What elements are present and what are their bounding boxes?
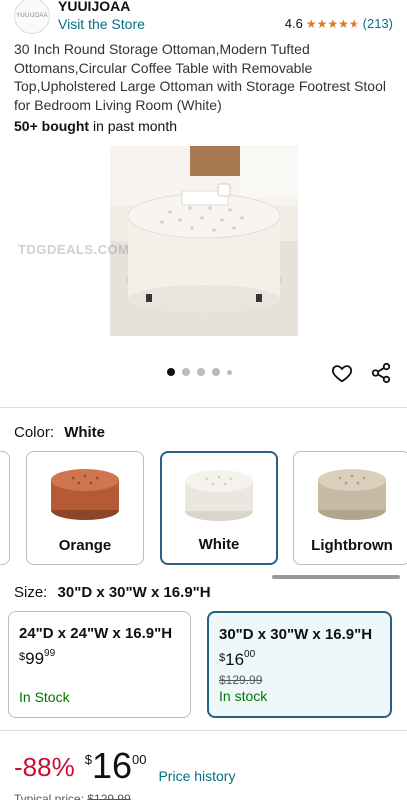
visit-store-link[interactable]: Visit the Store [58,16,145,32]
swatch-scrollbar[interactable] [272,575,400,579]
size-label: Size: [14,584,48,601]
current-price: $ 16 00 [85,748,147,784]
typical-price-label: Typical price: [14,792,85,800]
carousel-dot[interactable] [227,369,232,375]
share-icon[interactable] [370,362,392,384]
product-title: 30 Inch Round Storage Ottoman,Modern Tuf… [14,41,386,113]
brand-name: YUUIJOAA [58,0,131,14]
bought-in-past-month: 50+ bought in past month [14,118,177,134]
color-swatch-orange[interactable]: Orange [26,451,144,565]
price-whole: 16 [91,745,132,786]
selected-color: White [64,424,106,441]
price-fraction: 00 [131,752,147,767]
star-icon: ★ [327,16,339,31]
color-label-row: Color: White [14,424,105,441]
typical-price: Typical price: $129.99 [14,792,131,800]
carousel-dot[interactable] [182,368,190,376]
swatch-image [51,469,119,520]
section-divider [0,730,407,731]
price-whole: 99 [25,649,45,668]
rating-summary[interactable]: 4.6 ★ ★ ★ ★ ★ (213) [285,16,393,31]
price-whole: 16 [225,650,245,669]
currency-symbol: $ [84,752,92,767]
swatch-image [185,470,253,521]
swatch-label: Lightbrown [311,537,393,554]
color-label: Color: [14,424,55,441]
swatch-label: Orange [58,537,112,554]
color-swatch-lightbrown[interactable]: Lightbrown [293,451,407,565]
currency-symbol: $ [219,652,226,664]
star-icon: ★ [305,16,317,31]
color-swatch-white[interactable]: White [160,451,278,565]
swatch-image [318,469,386,520]
product-image[interactable] [110,146,298,336]
carousel-dot[interactable] [212,368,220,376]
store-logo[interactable]: YUUIJOAA [14,0,50,34]
size-label-row: Size: 30"D x 30"W x 16.9"H [14,584,211,601]
bought-count: 50+ bought [14,118,90,134]
carousel-dot-active[interactable] [167,368,175,376]
price-block: -88% $ 16 00 Price history [14,748,235,785]
list-price: $129.99 [219,673,263,687]
size-option-24[interactable]: 24"D x 24"W x 16.9"H $9999 In Stock [8,611,191,718]
section-divider [0,407,407,408]
star-icon: ★ [338,16,349,31]
size-option-30[interactable]: 30"D x 30"W x 16.9"H $1600 $129.99 In st… [207,611,392,718]
watermark: TDGDEALS.COM [18,242,130,257]
typical-price-value: $129.99 [87,792,131,800]
discount-percent: -88% [14,752,75,782]
heart-icon[interactable] [331,362,353,384]
carousel-dot[interactable] [197,368,205,376]
size-option-price: $1600 [219,649,256,670]
review-count-link[interactable]: (213) [363,16,393,31]
bought-period: in past month [92,118,178,134]
price-fraction: 00 [244,649,256,661]
size-option-label: 24"D x 24"W x 16.9"H [19,625,173,642]
swatch-label: White [198,536,240,553]
star-icon: ★ [316,16,328,31]
price-fraction: 99 [44,648,56,660]
size-option-price: $9999 [19,648,56,669]
star-rating-icon: ★ ★ ★ ★ ★ [306,18,360,30]
stock-status: In Stock [19,689,70,705]
selected-size: 30"D x 30"W x 16.9"H [57,584,211,601]
color-swatch-partial[interactable] [0,451,10,565]
rating-value: 4.6 [284,16,303,31]
size-option-label: 30"D x 30"W x 16.9"H [219,626,373,643]
image-carousel-indicator[interactable] [167,368,232,376]
store-header: YUUIJOAA YUUIJOAA Visit the Store 4.6 ★ … [0,0,407,36]
stock-status: In stock [219,688,268,704]
currency-symbol: $ [19,651,26,663]
price-history-link[interactable]: Price history [158,768,235,784]
half-star-icon: ★ [348,16,360,31]
